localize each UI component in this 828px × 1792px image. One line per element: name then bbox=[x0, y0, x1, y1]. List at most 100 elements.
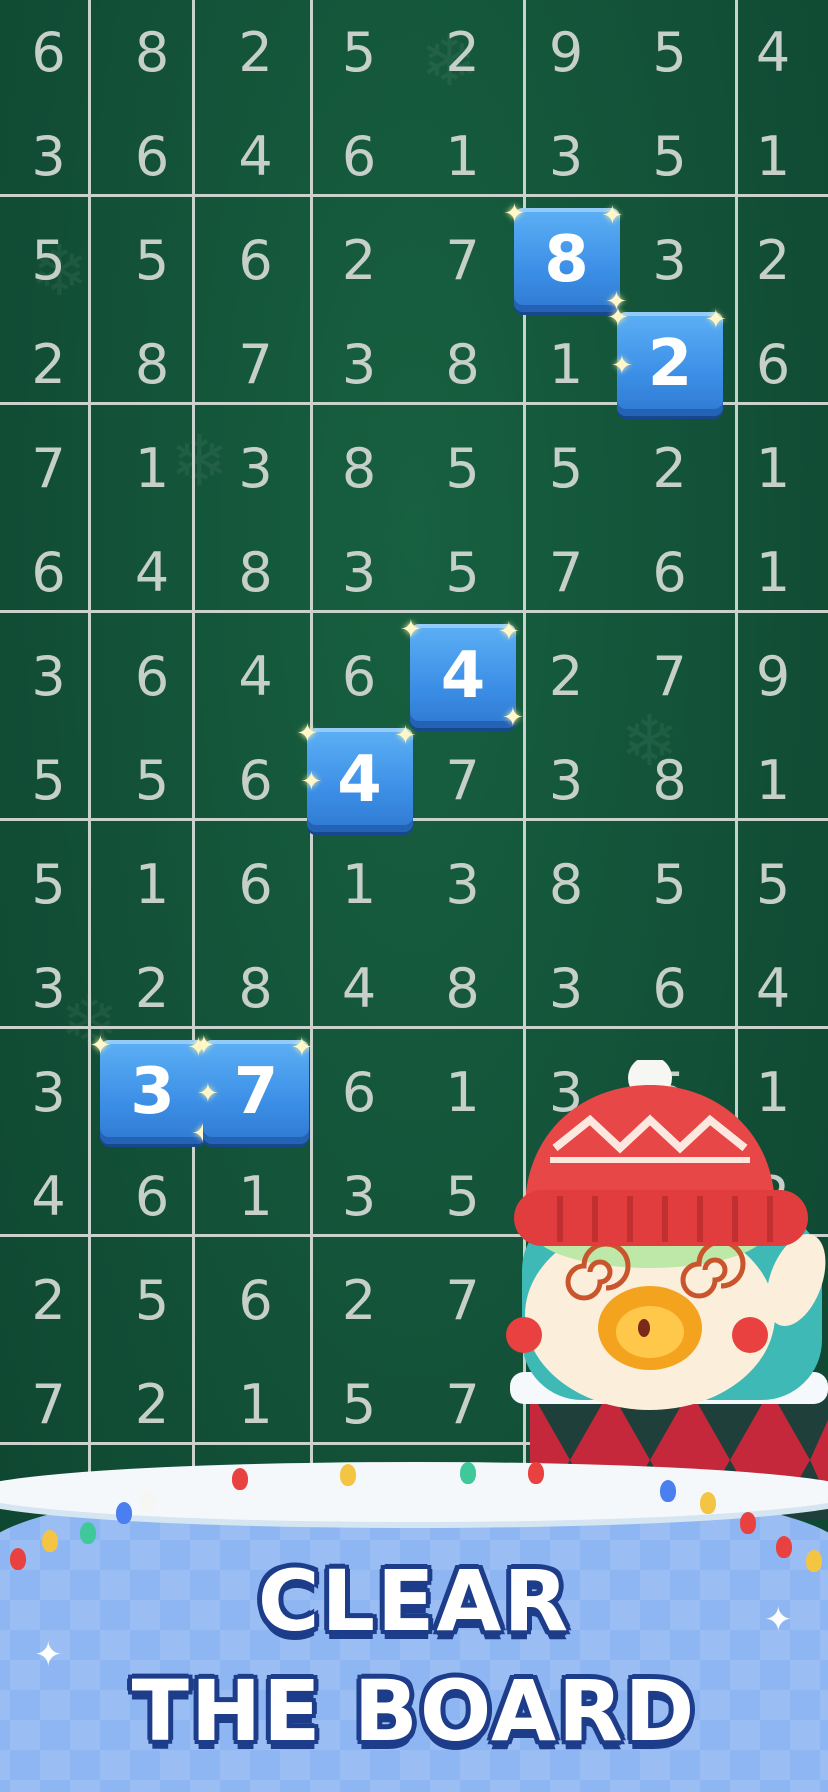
grid-cell[interactable]: 6 bbox=[100, 104, 205, 208]
grid-cell[interactable]: 9 bbox=[721, 624, 826, 728]
headline-line-2: THE BOARD bbox=[131, 1662, 697, 1760]
grid-cell[interactable]: 8 bbox=[203, 936, 308, 1040]
grid-cell[interactable]: 6 bbox=[100, 624, 205, 728]
grid-cell[interactable]: 3 bbox=[0, 104, 101, 208]
grid-cell[interactable]: 6 bbox=[617, 936, 722, 1040]
grid-cell[interactable]: 5 bbox=[721, 832, 826, 936]
grid-cell[interactable]: 4 bbox=[721, 936, 826, 1040]
light-bulb-icon bbox=[80, 1522, 96, 1544]
grid-cell[interactable]: 1 bbox=[410, 104, 515, 208]
grid-cell[interactable]: 1 bbox=[514, 312, 619, 416]
sparkle-icon: ✦ bbox=[296, 718, 319, 748]
sparkle-icon: ✦ bbox=[197, 1078, 219, 1108]
sparkle-icon: ✦ bbox=[502, 702, 524, 732]
grid-cell[interactable]: 4 bbox=[203, 624, 308, 728]
grid-cell[interactable]: 5 bbox=[100, 728, 205, 832]
grid-cell[interactable]: 4 bbox=[203, 104, 308, 208]
grid-cell[interactable]: 5 bbox=[100, 1248, 205, 1352]
grid-cell[interactable]: 7 bbox=[410, 728, 515, 832]
grid-cell[interactable]: 1 bbox=[203, 1144, 308, 1248]
grid-cell[interactable]: 1 bbox=[721, 416, 826, 520]
grid-cell[interactable]: 5 bbox=[0, 728, 101, 832]
grid-cell[interactable]: 5 bbox=[307, 0, 412, 104]
headline-line-1: CLEAR bbox=[257, 1552, 571, 1650]
grid-cell[interactable]: 1 bbox=[721, 104, 826, 208]
grid-cell[interactable]: 5 bbox=[410, 416, 515, 520]
grid-cell[interactable]: 9 bbox=[514, 0, 619, 104]
grid-cell[interactable]: 5 bbox=[100, 208, 205, 312]
grid-cell[interactable]: 8 bbox=[307, 416, 412, 520]
grid-cell[interactable]: 2 bbox=[617, 416, 722, 520]
grid-cell[interactable]: 6 bbox=[203, 1248, 308, 1352]
grid-cell[interactable]: 6 bbox=[100, 1144, 205, 1248]
grid-cell[interactable]: 6 bbox=[203, 728, 308, 832]
sparkle-icon: ✦ bbox=[607, 302, 629, 332]
grid-cell[interactable]: 3 bbox=[514, 104, 619, 208]
grid-cell[interactable]: 5 bbox=[617, 832, 722, 936]
grid-cell[interactable]: 2 bbox=[514, 624, 619, 728]
grid-cell[interactable]: 5 bbox=[617, 0, 722, 104]
grid-cell[interactable]: 2 bbox=[307, 1248, 412, 1352]
grid-cell[interactable]: 8 bbox=[617, 728, 722, 832]
grid-cell[interactable]: 8 bbox=[514, 832, 619, 936]
light-bulb-icon bbox=[660, 1480, 676, 1502]
grid-cell[interactable]: 3 bbox=[307, 1144, 412, 1248]
grid-cell[interactable]: 2 bbox=[410, 0, 515, 104]
grid-cell[interactable]: 6 bbox=[307, 104, 412, 208]
grid-cell[interactable]: 1 bbox=[721, 520, 826, 624]
grid-cell[interactable]: 3 bbox=[617, 208, 722, 312]
grid-cell[interactable]: 3 bbox=[514, 728, 619, 832]
grid-cell[interactable]: 7 bbox=[514, 520, 619, 624]
grid-cell[interactable]: 1 bbox=[100, 832, 205, 936]
grid-cell[interactable]: 2 bbox=[203, 0, 308, 104]
grid-cell[interactable]: 8 bbox=[100, 312, 205, 416]
grid-cell[interactable]: 1 bbox=[307, 832, 412, 936]
grid-cell[interactable]: 8 bbox=[410, 936, 515, 1040]
grid-cell[interactable]: 6 bbox=[203, 832, 308, 936]
grid-cell[interactable]: 1 bbox=[721, 728, 826, 832]
grid-cell[interactable]: 3 bbox=[0, 936, 101, 1040]
grid-cell[interactable]: 3 bbox=[0, 624, 101, 728]
grid-cell[interactable]: 8 bbox=[410, 312, 515, 416]
grid-cell[interactable]: 3 bbox=[307, 312, 412, 416]
sparkle-icon: ✦ bbox=[400, 614, 422, 644]
grid-cell[interactable]: 4 bbox=[721, 0, 826, 104]
sparkle-icon: ✦ bbox=[89, 1030, 112, 1060]
grid-cell[interactable]: 2 bbox=[0, 1248, 101, 1352]
grid-cell[interactable]: 7 bbox=[410, 208, 515, 312]
title-banner: ✦ ✦ CLEAR THE BOARD bbox=[0, 1440, 828, 1792]
grid-cell[interactable]: 2 bbox=[100, 936, 205, 1040]
grid-cell[interactable]: 7 bbox=[0, 416, 101, 520]
grid-cell[interactable]: 6 bbox=[0, 520, 101, 624]
grid-cell[interactable]: 6 bbox=[307, 1040, 412, 1144]
grid-cell[interactable]: 3 bbox=[0, 1040, 101, 1144]
grid-cell[interactable]: 6 bbox=[617, 520, 722, 624]
grid-cell[interactable]: 3 bbox=[307, 520, 412, 624]
grid-cell[interactable]: 5 bbox=[617, 104, 722, 208]
grid-cell[interactable]: 4 bbox=[100, 520, 205, 624]
grid-cell[interactable]: 5 bbox=[514, 416, 619, 520]
grid-cell[interactable]: 4 bbox=[0, 1144, 101, 1248]
grid-cell[interactable]: 2 bbox=[721, 208, 826, 312]
grid-cell[interactable]: 7 bbox=[203, 312, 308, 416]
grid-cell[interactable]: 3 bbox=[514, 936, 619, 1040]
grid-cell[interactable]: 6 bbox=[203, 208, 308, 312]
grid-cell[interactable]: 8 bbox=[100, 0, 205, 104]
grid-cell[interactable]: 5 bbox=[0, 208, 101, 312]
sparkle-icon: ✦ bbox=[300, 766, 323, 796]
grid-cell[interactable]: 8 bbox=[203, 520, 308, 624]
light-bulb-icon bbox=[42, 1530, 58, 1552]
grid-cell[interactable]: 4 bbox=[307, 936, 412, 1040]
grid-cell[interactable]: 2 bbox=[307, 208, 412, 312]
grid-cell[interactable]: 6 bbox=[721, 312, 826, 416]
grid-cell[interactable]: 2 bbox=[0, 312, 101, 416]
grid-cell[interactable]: 1 bbox=[100, 416, 205, 520]
sparkle-icon: ✦ bbox=[503, 198, 526, 228]
grid-cell[interactable]: 7 bbox=[617, 624, 722, 728]
grid-cell[interactable]: 3 bbox=[203, 416, 308, 520]
grid-cell[interactable]: 6 bbox=[0, 0, 101, 104]
grid-cell[interactable]: 5 bbox=[0, 832, 101, 936]
grid-cell[interactable]: 3 bbox=[410, 832, 515, 936]
grid-cell[interactable]: 6 bbox=[307, 624, 412, 728]
grid-cell[interactable]: 5 bbox=[410, 520, 515, 624]
